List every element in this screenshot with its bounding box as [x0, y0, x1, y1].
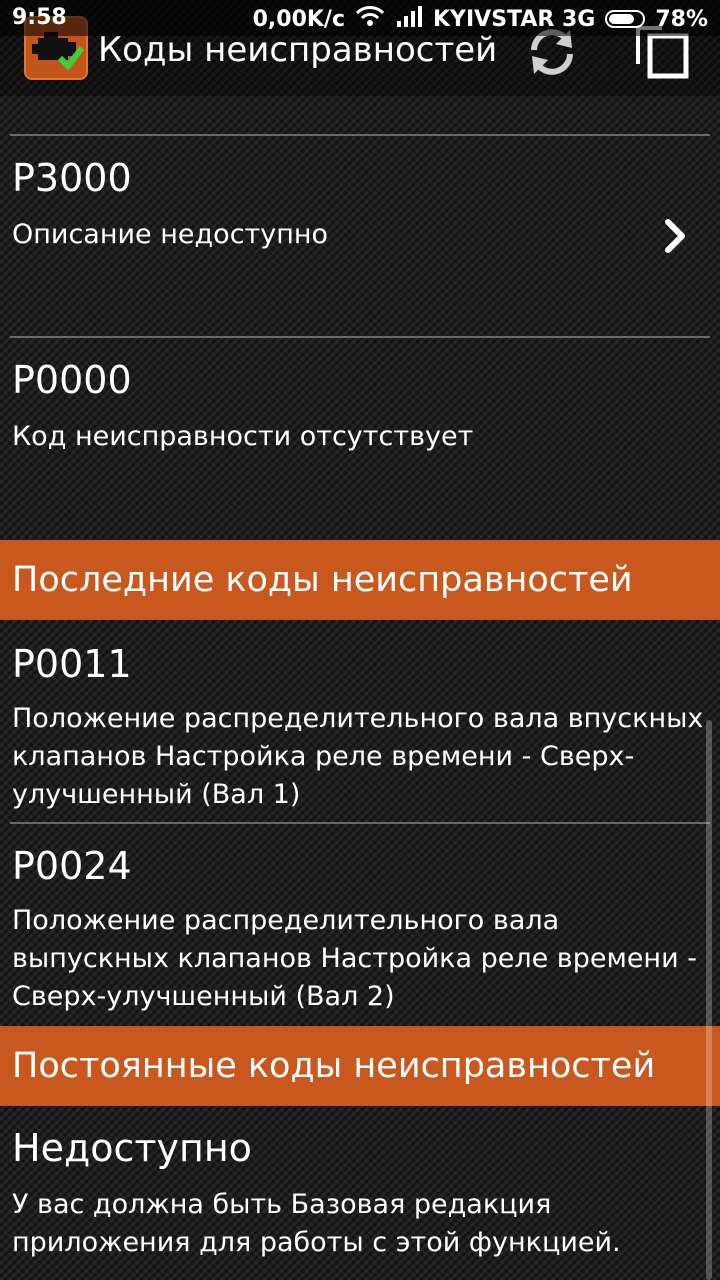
code-label: P0011 — [12, 642, 132, 686]
status-indicators: 0,00K/c KYIVSTAR 3G 78% — [253, 5, 708, 33]
code-label: P3000 — [12, 156, 132, 200]
code-description: Положение распределительного вала выпуск… — [12, 905, 697, 1012]
code-description: Положение распределительного вала впускн… — [12, 703, 704, 810]
section-header-last-codes: Последние коды неисправностей — [0, 540, 720, 620]
scrollbar[interactable] — [706, 720, 712, 1280]
divider — [10, 134, 710, 136]
network-speed: 0,00K/c — [252, 6, 345, 32]
divider — [10, 336, 710, 338]
code-description: Код неисправности отсутствует — [12, 421, 474, 452]
section-title: Постоянные коды неисправностей — [12, 1046, 656, 1086]
section-title: Последние коды неисправностей — [12, 560, 633, 600]
wifi-icon — [355, 5, 385, 33]
info-message: У вас должна быть Базовая редакция прило… — [12, 1189, 621, 1258]
carrier-name: KYIVSTAR 3G — [433, 6, 596, 32]
code-label: P0000 — [12, 358, 132, 402]
section-header-permanent-codes: Постоянные коды неисправностей — [0, 1026, 720, 1106]
page-title: Коды неисправностей — [98, 30, 498, 70]
code-description: Описание недоступно — [12, 219, 329, 250]
code-label: P0024 — [12, 844, 132, 888]
status-bar: 9:58 0,00K/c KYIVSTAR 3G 78% — [0, 0, 720, 36]
status-time: 9:58 — [12, 5, 67, 30]
battery-icon — [605, 10, 646, 28]
chevron-right-icon[interactable] — [660, 218, 690, 254]
battery-level: 78% — [655, 6, 708, 32]
status-label: Недоступно — [12, 1126, 252, 1170]
signal-icon — [395, 5, 423, 33]
divider — [10, 822, 710, 824]
